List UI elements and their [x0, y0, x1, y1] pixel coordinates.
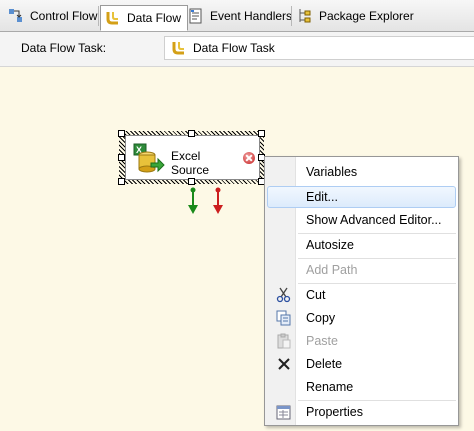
menu-item-edit[interactable]: Edit...: [267, 186, 456, 208]
menu-item-paste: Paste: [267, 330, 456, 352]
tab-divider: [291, 6, 292, 26]
paste-icon: [276, 333, 292, 349]
context-menu: Variables Edit... Show Advanced Editor..…: [264, 156, 459, 426]
menu-item-label: Edit...: [306, 190, 338, 204]
resize-handle[interactable]: [188, 178, 195, 185]
menu-item-label: Show Advanced Editor...: [306, 213, 442, 227]
control-flow-icon: [8, 8, 24, 24]
menu-item-copy[interactable]: Copy: [267, 307, 456, 329]
menu-item-show-advanced-editor[interactable]: Show Advanced Editor...: [267, 209, 456, 231]
menu-item-label: Rename: [306, 380, 354, 394]
tab-package-explorer[interactable]: Package Explorer: [293, 4, 420, 28]
data-flow-icon: [105, 10, 121, 26]
menu-item-label: Variables: [306, 165, 358, 179]
component-label: Excel Source: [171, 149, 209, 177]
component-label-line1: Excel: [171, 149, 201, 163]
resize-handle[interactable]: [118, 130, 125, 137]
resize-handle[interactable]: [258, 130, 265, 137]
green-output-arrow[interactable]: [187, 187, 199, 215]
scissors-icon: [276, 287, 292, 303]
designer-tab-strip: Control Flow Data Flow Event Handlers Pa…: [0, 0, 474, 32]
menu-item-label: Copy: [306, 311, 336, 325]
tab-label: Data Flow: [127, 11, 182, 25]
tab-label: Package Explorer: [319, 9, 414, 23]
tab-control-flow[interactable]: Control Flow: [4, 4, 103, 28]
task-header: Data Flow Task: Data Flow Task: [0, 32, 474, 67]
menu-item-cut[interactable]: Cut: [267, 284, 456, 306]
error-icon: [243, 152, 255, 164]
menu-item-autosize[interactable]: Autosize: [267, 234, 456, 256]
menu-item-label: Properties: [306, 405, 363, 419]
tab-data-flow[interactable]: Data Flow: [100, 5, 189, 31]
data-flow-icon: [171, 40, 187, 56]
tab-label: Event Handlers: [210, 9, 293, 23]
data-flow-task-label: Data Flow Task:: [21, 41, 107, 55]
menu-item-label: Autosize: [306, 238, 354, 252]
menu-item-label: Cut: [306, 288, 326, 302]
menu-item-label: Paste: [306, 334, 338, 348]
package-explorer-icon: [297, 8, 313, 24]
menu-item-label: Add Path: [306, 263, 358, 277]
menu-item-variables[interactable]: Variables: [267, 161, 456, 183]
component-label-line2: Source: [171, 163, 210, 177]
menu-item-label: Delete: [306, 357, 343, 371]
resize-handle[interactable]: [188, 130, 195, 137]
event-handlers-icon: [188, 8, 204, 24]
data-flow-task-selector[interactable]: Data Flow Task: [164, 36, 474, 60]
red-error-arrow[interactable]: [212, 187, 224, 215]
menu-item-rename[interactable]: Rename: [267, 376, 456, 398]
tab-event-handlers[interactable]: Event Handlers: [184, 4, 298, 28]
copy-icon: [276, 310, 292, 326]
tab-label: Control Flow: [30, 9, 98, 23]
properties-icon: [276, 404, 292, 420]
menu-item-properties[interactable]: Properties: [267, 401, 456, 423]
delete-icon: [276, 356, 292, 372]
excel-source-component[interactable]: X Excel Source: [125, 135, 260, 180]
excel-source-icon: X: [133, 143, 165, 175]
selected-task-name: Data Flow Task: [193, 41, 275, 55]
menu-item-add-path: Add Path: [267, 259, 456, 281]
tab-divider: [98, 6, 99, 26]
resize-handle[interactable]: [118, 154, 125, 161]
menu-item-delete[interactable]: Delete: [267, 353, 456, 375]
resize-handle[interactable]: [118, 178, 125, 185]
